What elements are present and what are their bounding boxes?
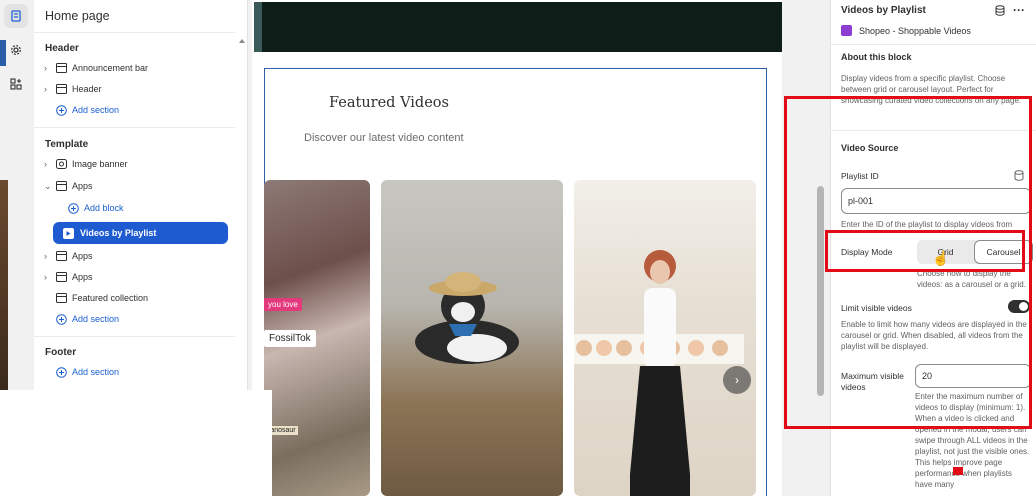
video-caption: you love <box>264 298 302 311</box>
database-icon[interactable] <box>995 5 1005 19</box>
app-block-icon <box>63 227 74 239</box>
sidebar-item-image-banner[interactable]: › Image banner <box>44 155 128 173</box>
group-heading-header: Header <box>45 43 79 54</box>
video-card[interactable] <box>574 180 756 496</box>
settings-gear-icon[interactable] <box>4 38 28 62</box>
sidebar-item-videos-by-playlist[interactable]: Videos by Playlist <box>53 222 228 244</box>
sidebar-item-apps[interactable]: › Apps <box>44 247 93 265</box>
image-banner-preview[interactable] <box>254 2 782 52</box>
layout-section-icon <box>56 251 72 261</box>
sidebar-item-label: Videos by Playlist <box>80 228 157 238</box>
layout-section-icon <box>56 293 72 303</box>
sections-icon[interactable] <box>4 4 28 28</box>
add-block-button[interactable]: Add block <box>68 199 124 217</box>
app-embeds-icon[interactable] <box>4 72 28 96</box>
rail-photo-edge <box>0 180 8 390</box>
video-caption: FossilTok <box>264 330 316 347</box>
plus-circle-icon <box>56 104 72 116</box>
chevron-right-icon: › <box>735 373 739 387</box>
image-icon <box>56 159 72 169</box>
add-section-label: Add section <box>72 105 120 115</box>
carousel-next-button[interactable]: › <box>723 366 751 394</box>
add-section-label: Add section <box>72 367 120 377</box>
layout-section-icon <box>56 84 72 94</box>
video-thumbnail <box>415 272 519 364</box>
plus-circle-icon <box>56 313 72 325</box>
add-section-button[interactable]: Add section <box>56 101 119 119</box>
chevron-right-icon[interactable]: › <box>44 159 56 169</box>
sidebar-item-label: Image banner <box>72 159 128 169</box>
divider <box>34 32 235 33</box>
rail-edge-strip <box>0 40 6 66</box>
shopeo-app-icon <box>841 25 852 36</box>
divider <box>831 44 1036 45</box>
sidebar-item-featured-collection[interactable]: Featured collection <box>44 289 148 307</box>
divider <box>34 127 235 128</box>
sidebar-item-apps-expanded[interactable]: ⌄ Apps <box>44 177 93 195</box>
sidebar-item-header[interactable]: › Header <box>44 80 102 98</box>
hand-cursor-icon: ☝ <box>932 250 950 266</box>
panel-title: Videos by Playlist <box>841 5 926 16</box>
group-heading-template: Template <box>45 139 89 150</box>
layout-section-icon <box>56 63 72 73</box>
chevron-right-icon[interactable]: › <box>44 272 56 282</box>
chevron-right-icon[interactable]: › <box>44 84 56 94</box>
plus-circle-icon <box>56 366 72 378</box>
plus-circle-icon <box>68 202 84 214</box>
sections-sidebar: Home page Header › Announcement bar › He… <box>34 0 248 390</box>
section-title: Featured Videos <box>329 95 449 111</box>
layout-section-icon <box>56 272 72 282</box>
layout-section-icon <box>56 181 72 191</box>
app-name: Shopeo - Shoppable Videos <box>859 25 971 36</box>
annotation-marker <box>953 467 963 475</box>
add-section-label: Add section <box>72 314 120 324</box>
group-heading-footer: Footer <box>45 347 77 358</box>
more-actions-icon[interactable]: ··· <box>1013 3 1025 17</box>
scroll-up-arrow[interactable] <box>239 36 245 44</box>
app-source: Shopeo - Shoppable Videos <box>841 25 971 36</box>
sidebar-item-label: Apps <box>72 272 93 282</box>
sidebar-item-label: Apps <box>72 181 93 191</box>
about-heading: About this block <box>841 52 912 62</box>
section-subtitle: Discover our latest video content <box>304 132 464 144</box>
divider <box>34 336 235 337</box>
sidebar-item-apps[interactable]: › Apps <box>44 268 93 286</box>
sidebar-title: Home page <box>45 9 110 23</box>
sidebar-item-announcement-bar[interactable]: › Announcement bar <box>44 59 148 77</box>
add-section-button[interactable]: Add section <box>56 363 119 381</box>
canvas-blank <box>0 390 272 496</box>
video-thumbnail <box>630 250 690 496</box>
chevron-down-icon[interactable]: ⌄ <box>44 181 56 192</box>
video-card[interactable] <box>381 180 563 496</box>
sidebar-item-label: Announcement bar <box>72 63 149 73</box>
theme-editor: Home page Header › Announcement bar › He… <box>0 0 1036 496</box>
add-section-button[interactable]: Add section <box>56 310 119 328</box>
sidebar-item-label: Header <box>72 84 102 94</box>
chevron-right-icon[interactable]: › <box>44 251 56 261</box>
annotation-highlight-box <box>825 230 1025 272</box>
video-card[interactable]: you love FossilTok ranosaur <box>264 180 370 496</box>
sidebar-item-label: Featured collection <box>72 293 149 303</box>
sidebar-item-label: Apps <box>72 251 93 261</box>
add-block-label: Add block <box>84 203 124 213</box>
chevron-right-icon[interactable]: › <box>44 63 56 73</box>
